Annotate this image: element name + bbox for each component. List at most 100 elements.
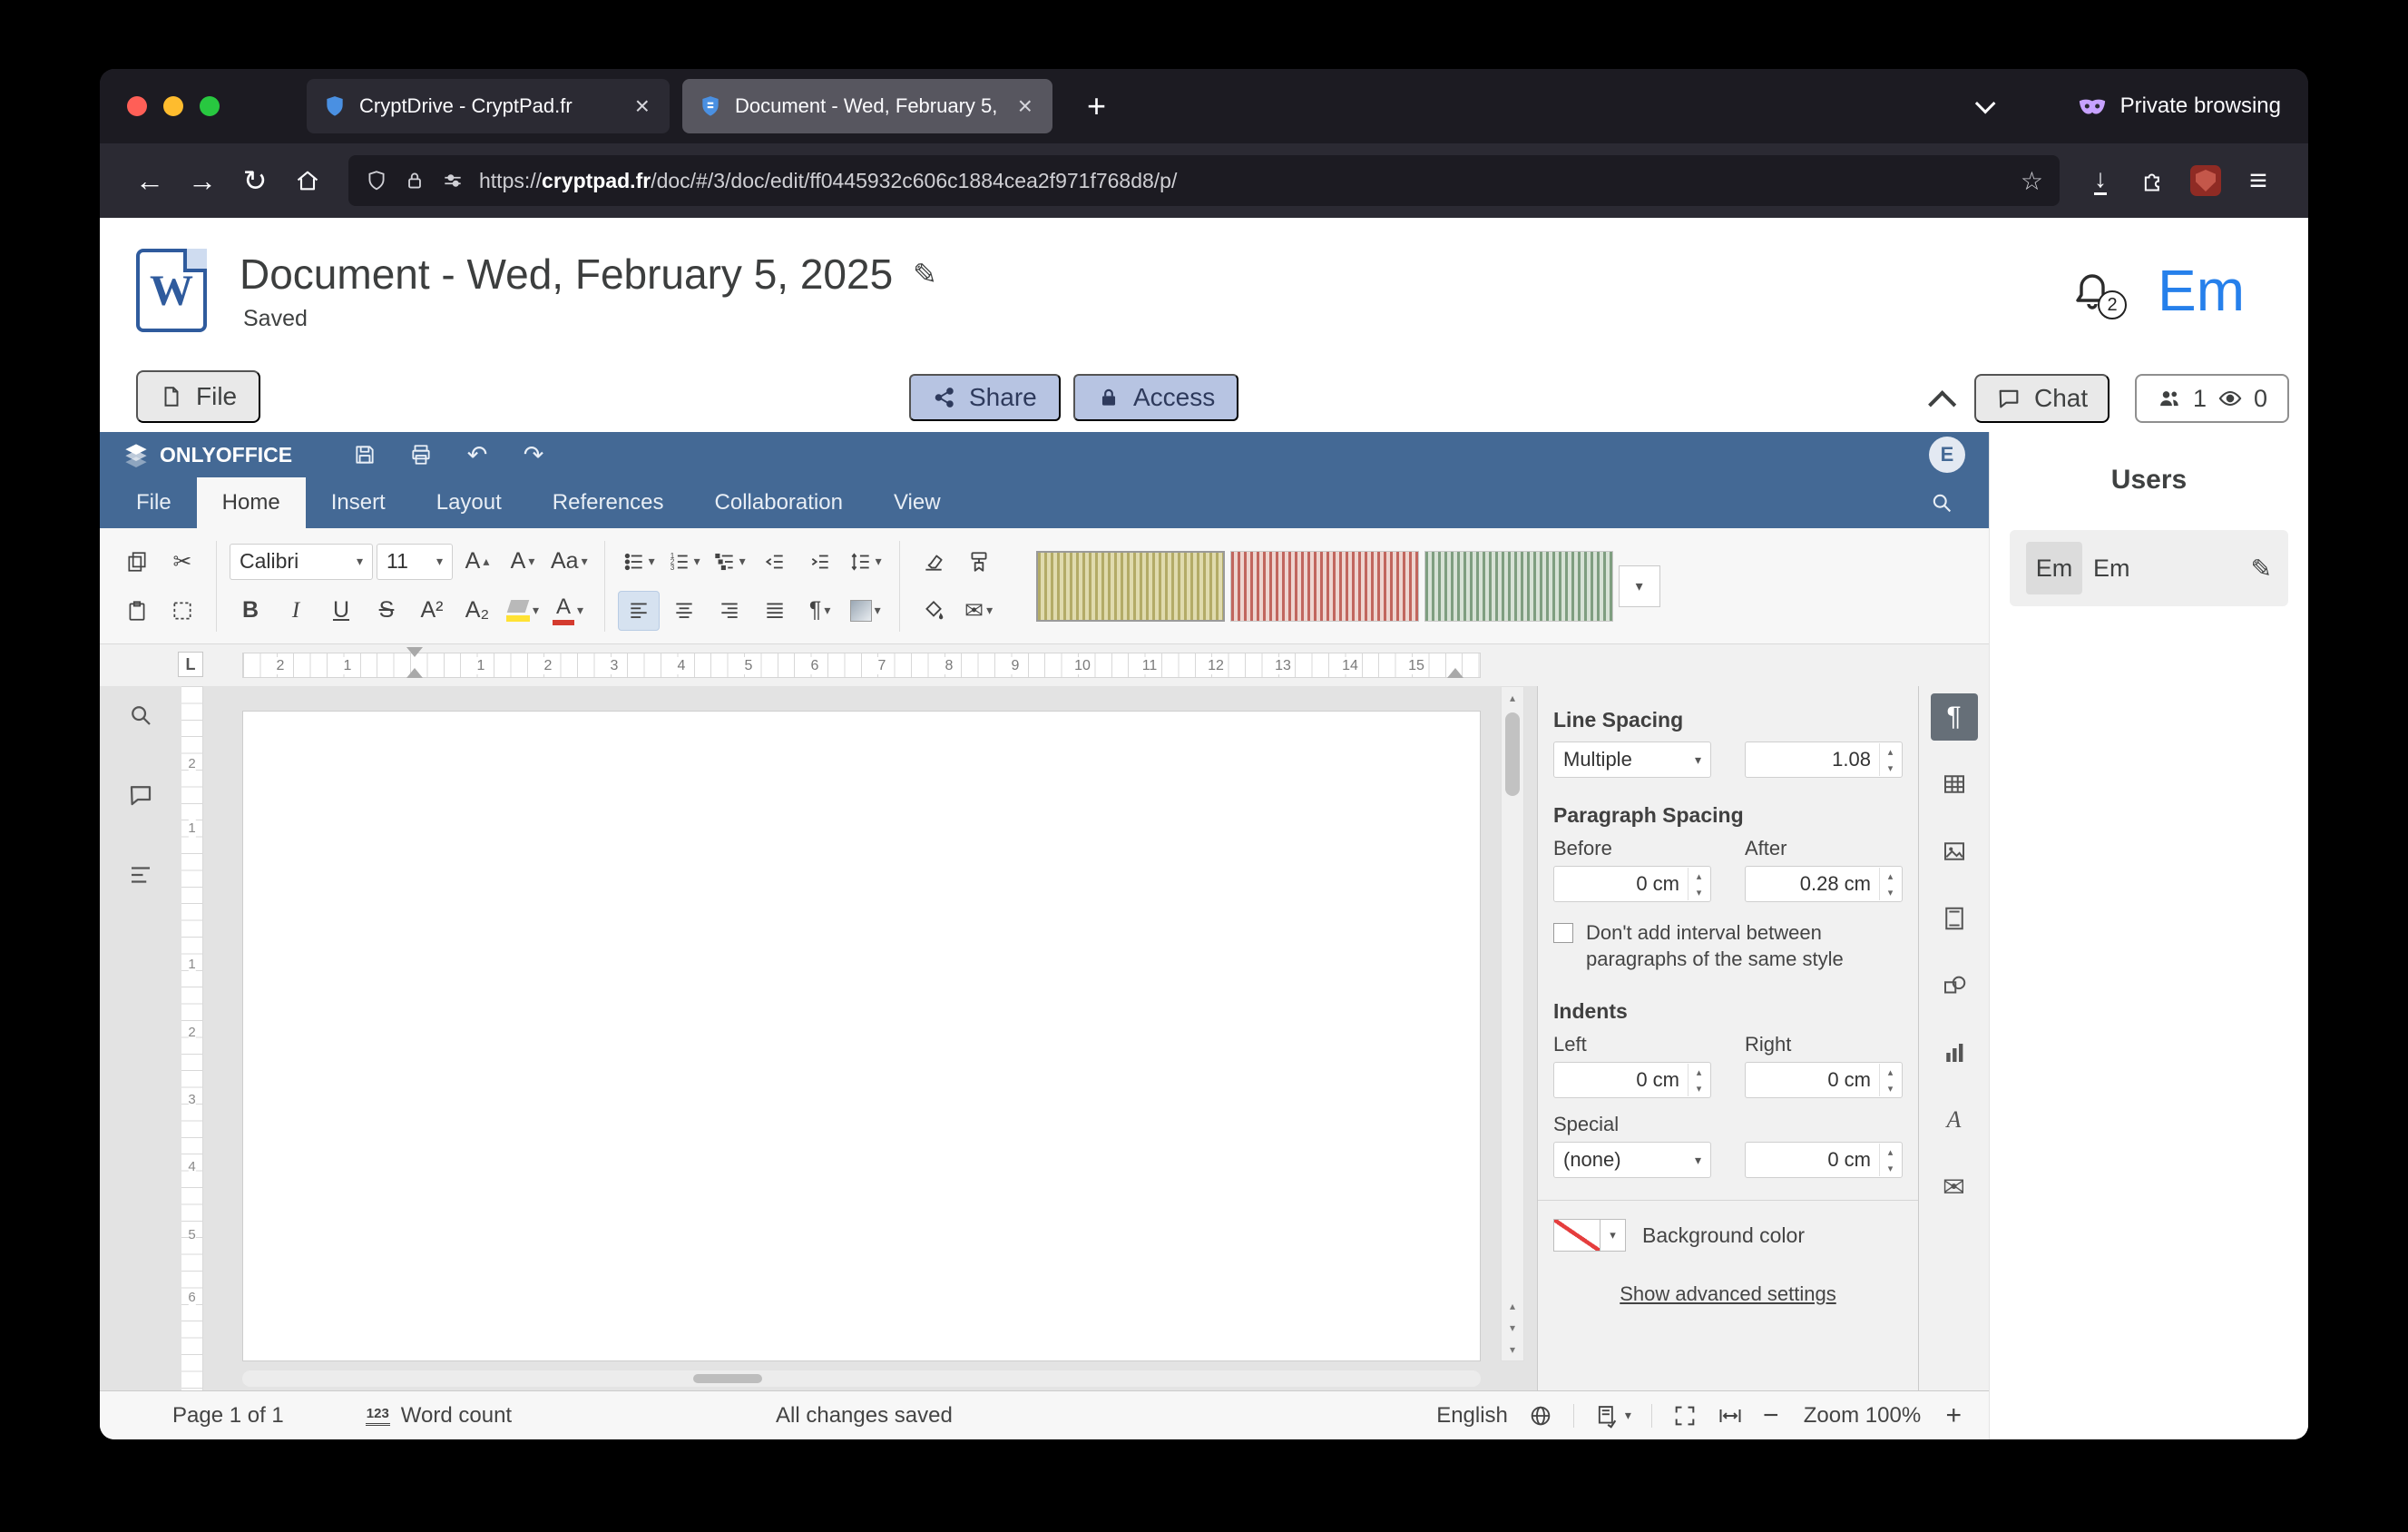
window-minimize-button[interactable] xyxy=(163,96,183,116)
subscript-button[interactable]: A₂ xyxy=(456,591,498,631)
comments-icon[interactable] xyxy=(121,775,161,815)
fit-page-icon[interactable] xyxy=(1672,1403,1698,1429)
next-page-button[interactable]: ▾ xyxy=(1502,1317,1523,1339)
align-center-button[interactable] xyxy=(663,591,705,631)
paste-button[interactable] xyxy=(116,591,158,631)
page-color-button[interactable] xyxy=(913,591,954,631)
tab-cryptdrive[interactable]: CryptDrive - CryptPad.fr × xyxy=(307,79,670,133)
document-language-button[interactable]: English xyxy=(1436,1403,1508,1429)
increase-font-button[interactable]: A▴ xyxy=(456,542,498,582)
special-dropdown[interactable]: (none)▾ xyxy=(1553,1142,1711,1178)
align-left-button[interactable] xyxy=(618,591,660,631)
tab-overflow-chevron-icon[interactable] xyxy=(1974,93,1995,114)
vertical-scrollbar[interactable]: ▴ ▴ ▾ ▾ xyxy=(1501,686,1524,1361)
strikethrough-button[interactable]: S xyxy=(366,591,407,631)
spacing-after-spinner[interactable]: 0.28 cm ▴▾ xyxy=(1745,866,1903,902)
file-button[interactable]: File xyxy=(136,370,260,423)
edit-name-pencil-icon[interactable]: ✎ xyxy=(2251,554,2272,584)
advanced-settings-link[interactable]: Show advanced settings xyxy=(1620,1282,1836,1306)
table-settings-icon[interactable] xyxy=(1931,761,1978,808)
extensions-icon[interactable] xyxy=(2127,154,2179,207)
menu-tab-insert[interactable]: Insert xyxy=(306,477,411,528)
copy-style-button[interactable] xyxy=(958,542,1000,582)
line-spacing-button[interactable]: ▾ xyxy=(845,542,886,582)
tracking-shield-icon[interactable] xyxy=(365,169,388,192)
highlight-color-button[interactable]: ▾ xyxy=(502,591,543,631)
fit-width-icon[interactable] xyxy=(1718,1403,1743,1429)
window-close-button[interactable] xyxy=(127,96,147,116)
vertical-scrollbar-thumb[interactable] xyxy=(1505,712,1520,796)
background-color-picker[interactable]: ▾ xyxy=(1553,1219,1626,1252)
ublock-icon[interactable] xyxy=(2179,154,2232,207)
window-zoom-button[interactable] xyxy=(200,96,220,116)
spell-check-button[interactable]: ▾ xyxy=(1594,1403,1631,1429)
menu-tab-layout[interactable]: Layout xyxy=(411,477,527,528)
style-gallery-item-3[interactable] xyxy=(1424,551,1613,622)
previous-page-button[interactable]: ▴ xyxy=(1502,1295,1523,1317)
search-icon[interactable] xyxy=(1929,490,1954,516)
right-indent-marker[interactable] xyxy=(1447,668,1463,678)
document-page[interactable] xyxy=(242,711,1481,1361)
editor-user-avatar[interactable]: E xyxy=(1929,437,1965,473)
cut-button[interactable]: ✂ xyxy=(162,542,203,582)
header-footer-settings-icon[interactable] xyxy=(1931,895,1978,942)
zoom-out-button[interactable]: − xyxy=(1763,1400,1779,1431)
clear-style-button[interactable] xyxy=(913,542,954,582)
italic-button[interactable]: I xyxy=(275,591,317,631)
select-all-button[interactable] xyxy=(162,591,203,631)
navigation-headings-icon[interactable] xyxy=(121,855,161,895)
app-menu-button[interactable]: ≡ xyxy=(2232,154,2285,207)
increase-indent-button[interactable] xyxy=(799,542,841,582)
textart-settings-icon[interactable]: A xyxy=(1931,1096,1978,1144)
style-gallery-item-2[interactable] xyxy=(1230,551,1419,622)
chart-settings-icon[interactable] xyxy=(1931,1029,1978,1076)
style-gallery-item-1[interactable] xyxy=(1036,551,1225,622)
menu-tab-file[interactable]: File xyxy=(111,477,197,528)
nonprinting-characters-button[interactable]: ¶▾ xyxy=(799,591,841,631)
permissions-icon[interactable] xyxy=(441,169,465,192)
font-color-button[interactable]: A ▾ xyxy=(547,591,589,631)
mail-merge-button[interactable]: ✉▾ xyxy=(958,591,1000,631)
change-case-button[interactable]: Aa▾ xyxy=(547,542,592,582)
notifications-bell[interactable]: 2 xyxy=(2070,269,2114,312)
tab-stop-selector[interactable]: L xyxy=(178,652,203,677)
rename-pencil-icon[interactable]: ✎ xyxy=(913,257,937,291)
line-spacing-dropdown[interactable]: Multiple▾ xyxy=(1553,741,1711,778)
globe-icon[interactable] xyxy=(1528,1403,1553,1429)
spacing-before-spinner[interactable]: 0 cm ▴▾ xyxy=(1553,866,1711,902)
back-button[interactable]: ← xyxy=(123,154,176,207)
indent-left-spinner[interactable]: 0 cm ▴▾ xyxy=(1553,1062,1711,1098)
zoom-level[interactable]: Zoom 100% xyxy=(1798,1403,1925,1429)
indent-right-spinner[interactable]: 0 cm ▴▾ xyxy=(1745,1062,1903,1098)
interval-checkbox[interactable] xyxy=(1553,923,1573,943)
image-settings-icon[interactable] xyxy=(1931,828,1978,875)
left-indent-marker[interactable] xyxy=(406,668,423,678)
special-value-spinner[interactable]: 0 cm ▴▾ xyxy=(1745,1142,1903,1178)
superscript-button[interactable]: A² xyxy=(411,591,453,631)
find-icon[interactable] xyxy=(121,695,161,735)
redo-button[interactable]: ↷ xyxy=(508,437,559,473)
scroll-down-arrow[interactable]: ▾ xyxy=(1502,1339,1523,1360)
scroll-up-arrow[interactable]: ▴ xyxy=(1502,687,1523,709)
undo-button[interactable]: ↶ xyxy=(452,437,503,473)
bold-button[interactable]: B xyxy=(230,591,271,631)
access-button[interactable]: Access xyxy=(1073,374,1238,421)
menu-tab-references[interactable]: References xyxy=(527,477,690,528)
print-button[interactable] xyxy=(396,437,446,473)
lock-icon[interactable] xyxy=(403,169,426,192)
decrease-indent-button[interactable] xyxy=(754,542,796,582)
horizontal-ruler[interactable]: 2 1 1 2 3 4 5 6 7 8 xyxy=(203,644,1989,686)
presence-indicator[interactable]: 1 0 xyxy=(2135,374,2289,423)
home-button[interactable] xyxy=(281,154,334,207)
paragraph-settings-icon[interactable]: ¶ xyxy=(1931,693,1978,741)
underline-button[interactable]: U xyxy=(320,591,362,631)
copy-button[interactable] xyxy=(116,542,158,582)
bookmark-star-icon[interactable]: ☆ xyxy=(2021,166,2043,196)
vertical-ruler[interactable]: 2 1 1 2 3 4 5 6 xyxy=(181,686,203,1390)
user-avatar[interactable]: Em xyxy=(2158,257,2245,324)
reload-button[interactable]: ↻ xyxy=(229,154,281,207)
decrease-font-button[interactable]: A▾ xyxy=(502,542,543,582)
shape-settings-icon[interactable] xyxy=(1931,962,1978,1009)
tab-document[interactable]: Document - Wed, February 5, 2 × xyxy=(682,79,1052,133)
page-indicator[interactable]: Page 1 of 1 xyxy=(172,1403,284,1429)
